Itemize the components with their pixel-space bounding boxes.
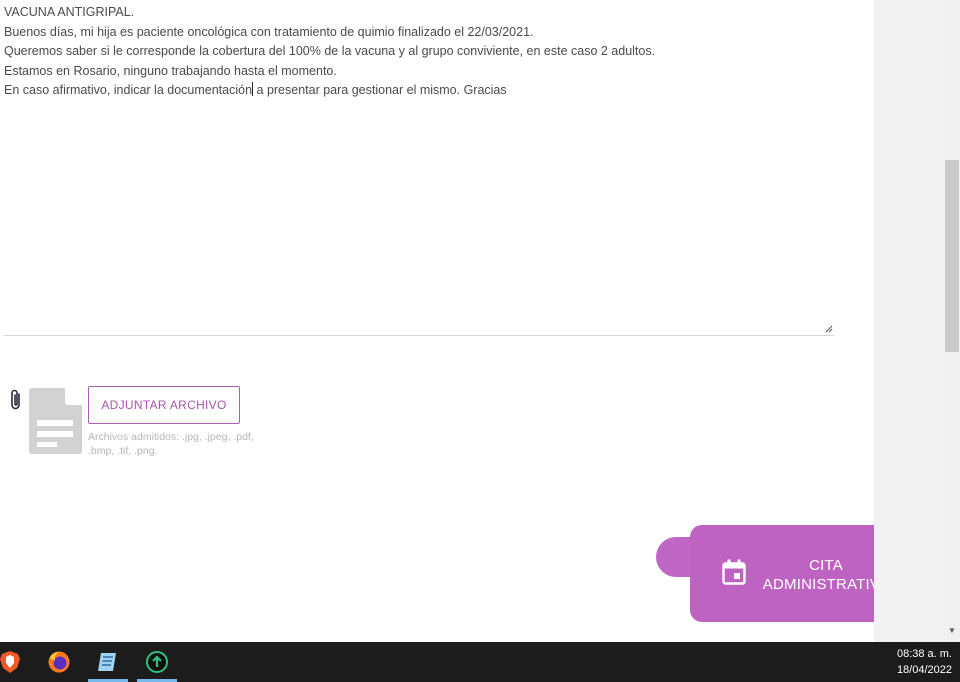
resize-grip-icon[interactable] — [825, 325, 833, 333]
message-line-5-start: En caso afirmativo, indicar la documenta… — [4, 83, 253, 97]
message-line-3: Queremos saber si le corresponde la cobe… — [4, 44, 656, 58]
brave-browser-icon[interactable] — [0, 650, 22, 674]
calendar-icon — [722, 559, 746, 585]
message-textarea[interactable]: VACUNA ANTIGRIPAL. Buenos días, mi hija … — [4, 0, 834, 336]
message-line-1: VACUNA ANTIGRIPAL. — [4, 5, 135, 19]
message-line-4: Estamos en Rosario, ninguno trabajando h… — [4, 63, 337, 78]
update-icon[interactable] — [145, 650, 169, 674]
message-line-5-end: a presentar para gestionar el mismo. Gra… — [253, 83, 507, 97]
clock-time: 08:38 a. m. — [896, 648, 952, 660]
message-line-5: En caso afirmativo, indicar la documenta… — [4, 81, 834, 101]
taskbar: 08:38 a. m. 18/04/2022 — [0, 642, 960, 682]
document-placeholder-icon — [29, 388, 82, 454]
attach-file-button[interactable]: ADJUNTAR ARCHIVO — [88, 386, 240, 424]
firefox-icon[interactable] — [47, 650, 71, 674]
scrollbar-thumb[interactable] — [945, 160, 959, 352]
clock-date: 18/04/2022 — [896, 664, 952, 676]
system-clock[interactable]: 08:38 a. m. 18/04/2022 — [897, 646, 952, 678]
page-side-gutter — [874, 0, 944, 642]
allowed-files-note: Archivos admitidos: .jpg, .jpeg, .pdf, .… — [88, 431, 254, 457]
notepad-icon[interactable] — [95, 650, 119, 674]
paperclip-icon[interactable] — [8, 388, 24, 412]
scroll-down-arrow-icon[interactable]: ▼ — [947, 626, 957, 636]
vertical-scrollbar[interactable]: ▼ — [944, 0, 960, 642]
message-line-2: Buenos días, mi hija es paciente oncológ… — [4, 24, 534, 39]
